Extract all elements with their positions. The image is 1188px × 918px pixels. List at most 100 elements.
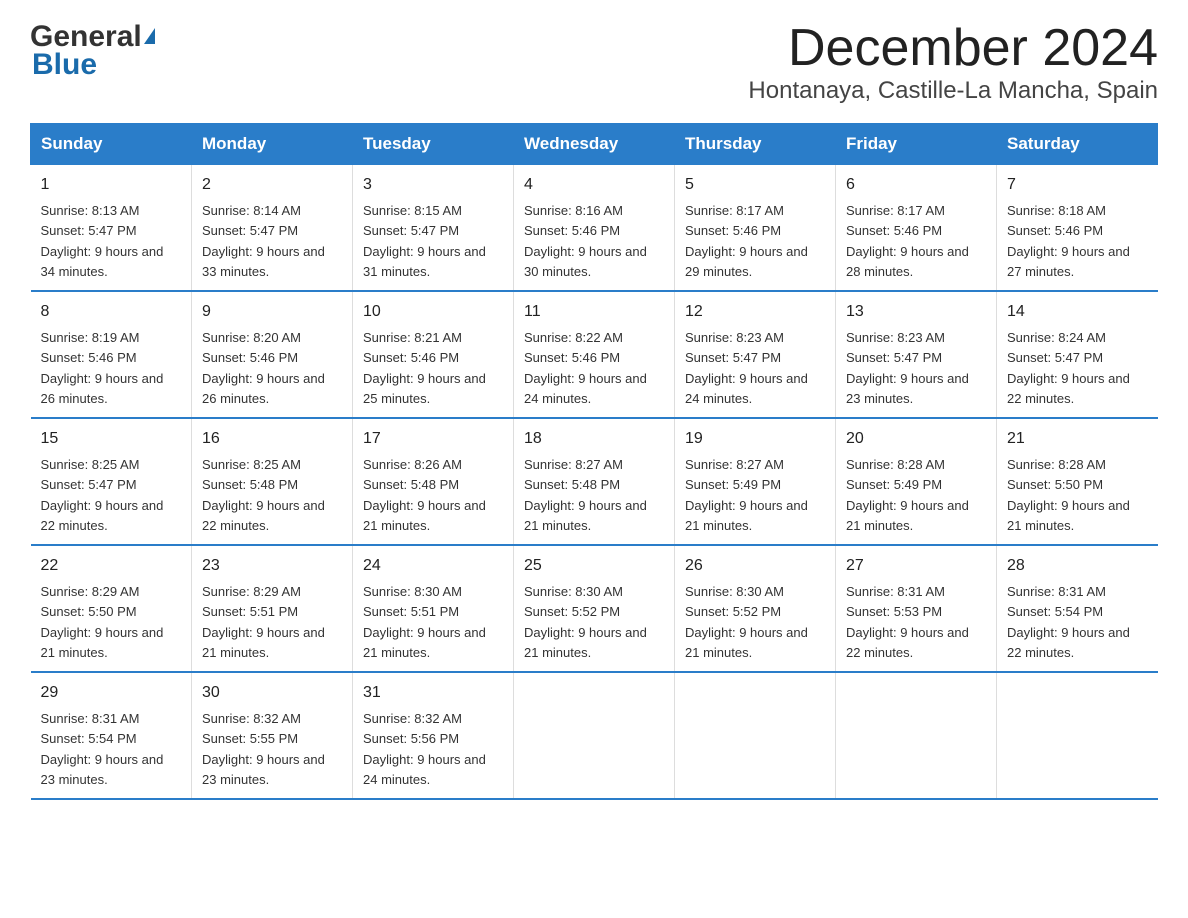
day-info: Sunrise: 8:30 AMSunset: 5:52 PMDaylight:… — [524, 584, 647, 660]
day-info: Sunrise: 8:22 AMSunset: 5:46 PMDaylight:… — [524, 330, 647, 406]
day-number: 8 — [41, 300, 182, 324]
day-number: 19 — [685, 427, 825, 451]
title-block: December 2024 Hontanaya, Castille-La Man… — [748, 20, 1158, 105]
calendar-cell: 21 Sunrise: 8:28 AMSunset: 5:50 PMDayligh… — [997, 418, 1158, 545]
calendar-cell — [836, 672, 997, 799]
day-number: 15 — [41, 427, 182, 451]
calendar-cell: 20Sunrise: 8:28 AMSunset: 5:49 PMDayligh… — [836, 418, 997, 545]
day-info: Sunrise: 8:18 AMSunset: 5:46 PMDaylight:… — [1007, 203, 1130, 279]
day-info: Sunrise: 8:23 AMSunset: 5:47 PMDaylight:… — [846, 330, 969, 406]
logo-triangle-icon — [144, 28, 155, 44]
calendar-cell: 27 Sunrise: 8:31 AMSunset: 5:53 PMDayligh… — [836, 545, 997, 672]
day-number: 27 — [846, 554, 986, 578]
calendar-cell: 14 Sunrise: 8:24 AMSunset: 5:47 PMDayligh… — [997, 291, 1158, 418]
calendar-cell: 11 Sunrise: 8:22 AMSunset: 5:46 PMDayligh… — [514, 291, 675, 418]
header-sunday: Sunday — [31, 124, 192, 165]
day-info: Sunrise: 8:30 AMSunset: 5:51 PMDaylight:… — [363, 584, 486, 660]
calendar-cell: 9 Sunrise: 8:20 AMSunset: 5:46 PMDaylight… — [192, 291, 353, 418]
calendar-cell: 12 Sunrise: 8:23 AMSunset: 5:47 PMDayligh… — [675, 291, 836, 418]
day-number: 2 — [202, 173, 342, 197]
calendar-cell: 26 Sunrise: 8:30 AMSunset: 5:52 PMDayligh… — [675, 545, 836, 672]
calendar-cell: 29 Sunrise: 8:31 AMSunset: 5:54 PMDayligh… — [31, 672, 192, 799]
day-info: Sunrise: 8:28 AMSunset: 5:50 PMDaylight:… — [1007, 457, 1130, 533]
calendar-week-1: 1Sunrise: 8:13 AMSunset: 5:47 PMDaylight… — [31, 165, 1158, 292]
day-number: 3 — [363, 173, 503, 197]
calendar-cell: 4Sunrise: 8:16 AMSunset: 5:46 PMDaylight… — [514, 165, 675, 292]
day-info: Sunrise: 8:29 AMSunset: 5:51 PMDaylight:… — [202, 584, 325, 660]
calendar-week-4: 22 Sunrise: 8:29 AMSunset: 5:50 PMDayligh… — [31, 545, 1158, 672]
day-number: 22 — [41, 554, 182, 578]
day-number: 1 — [41, 173, 182, 197]
day-number: 12 — [685, 300, 825, 324]
day-info: Sunrise: 8:16 AMSunset: 5:46 PMDaylight:… — [524, 203, 647, 279]
day-number: 21 — [1007, 427, 1148, 451]
calendar-cell: 30Sunrise: 8:32 AMSunset: 5:55 PMDayligh… — [192, 672, 353, 799]
calendar-cell: 2Sunrise: 8:14 AMSunset: 5:47 PMDaylight… — [192, 165, 353, 292]
calendar-cell: 3 Sunrise: 8:15 AMSunset: 5:47 PMDaylight… — [353, 165, 514, 292]
day-number: 28 — [1007, 554, 1148, 578]
calendar-cell: 1Sunrise: 8:13 AMSunset: 5:47 PMDaylight… — [31, 165, 192, 292]
calendar-cell: 6 Sunrise: 8:17 AMSunset: 5:46 PMDaylight… — [836, 165, 997, 292]
header-thursday: Thursday — [675, 124, 836, 165]
day-number: 30 — [202, 681, 342, 705]
day-info: Sunrise: 8:31 AMSunset: 5:54 PMDaylight:… — [41, 711, 164, 787]
calendar-body: 1Sunrise: 8:13 AMSunset: 5:47 PMDaylight… — [31, 165, 1158, 800]
page-title: December 2024 — [748, 20, 1158, 77]
day-number: 11 — [524, 300, 664, 324]
day-info: Sunrise: 8:24 AMSunset: 5:47 PMDaylight:… — [1007, 330, 1130, 406]
calendar-week-2: 8 Sunrise: 8:19 AMSunset: 5:46 PMDaylight… — [31, 291, 1158, 418]
day-info: Sunrise: 8:17 AMSunset: 5:46 PMDaylight:… — [846, 203, 969, 279]
day-number: 14 — [1007, 300, 1148, 324]
calendar-cell: 15 Sunrise: 8:25 AMSunset: 5:47 PMDayligh… — [31, 418, 192, 545]
header-monday: Monday — [192, 124, 353, 165]
day-number: 23 — [202, 554, 342, 578]
calendar-table: SundayMondayTuesdayWednesdayThursdayFrid… — [30, 123, 1158, 800]
day-number: 9 — [202, 300, 342, 324]
logo-blue: Blue — [32, 48, 97, 82]
calendar-cell: 19 Sunrise: 8:27 AMSunset: 5:49 PMDayligh… — [675, 418, 836, 545]
calendar-cell — [997, 672, 1158, 799]
logo: General Blue — [30, 20, 155, 82]
day-info: Sunrise: 8:30 AMSunset: 5:52 PMDaylight:… — [685, 584, 808, 660]
calendar-cell: 28Sunrise: 8:31 AMSunset: 5:54 PMDayligh… — [997, 545, 1158, 672]
day-number: 7 — [1007, 173, 1148, 197]
header-wednesday: Wednesday — [514, 124, 675, 165]
day-number: 26 — [685, 554, 825, 578]
calendar-cell: 18Sunrise: 8:27 AMSunset: 5:48 PMDayligh… — [514, 418, 675, 545]
day-number: 17 — [363, 427, 503, 451]
day-info: Sunrise: 8:15 AMSunset: 5:47 PMDaylight:… — [363, 203, 486, 279]
calendar-cell: 16 Sunrise: 8:25 AMSunset: 5:48 PMDayligh… — [192, 418, 353, 545]
calendar-cell — [675, 672, 836, 799]
calendar-cell: 17Sunrise: 8:26 AMSunset: 5:48 PMDayligh… — [353, 418, 514, 545]
calendar-cell: 7 Sunrise: 8:18 AMSunset: 5:46 PMDaylight… — [997, 165, 1158, 292]
day-info: Sunrise: 8:25 AMSunset: 5:47 PMDaylight:… — [41, 457, 164, 533]
day-number: 10 — [363, 300, 503, 324]
day-info: Sunrise: 8:19 AMSunset: 5:46 PMDaylight:… — [41, 330, 164, 406]
day-number: 6 — [846, 173, 986, 197]
day-info: Sunrise: 8:25 AMSunset: 5:48 PMDaylight:… — [202, 457, 325, 533]
calendar-cell: 10 Sunrise: 8:21 AMSunset: 5:46 PMDayligh… — [353, 291, 514, 418]
day-number: 16 — [202, 427, 342, 451]
day-number: 24 — [363, 554, 503, 578]
day-info: Sunrise: 8:27 AMSunset: 5:48 PMDaylight:… — [524, 457, 647, 533]
header-saturday: Saturday — [997, 124, 1158, 165]
day-info: Sunrise: 8:31 AMSunset: 5:53 PMDaylight:… — [846, 584, 969, 660]
day-info: Sunrise: 8:23 AMSunset: 5:47 PMDaylight:… — [685, 330, 808, 406]
day-number: 5 — [685, 173, 825, 197]
calendar-cell: 8 Sunrise: 8:19 AMSunset: 5:46 PMDaylight… — [31, 291, 192, 418]
calendar-cell — [514, 672, 675, 799]
calendar-cell: 24 Sunrise: 8:30 AMSunset: 5:51 PMDayligh… — [353, 545, 514, 672]
calendar-cell: 13Sunrise: 8:23 AMSunset: 5:47 PMDayligh… — [836, 291, 997, 418]
calendar-cell: 25Sunrise: 8:30 AMSunset: 5:52 PMDayligh… — [514, 545, 675, 672]
calendar-cell: 5Sunrise: 8:17 AMSunset: 5:46 PMDaylight… — [675, 165, 836, 292]
day-info: Sunrise: 8:20 AMSunset: 5:46 PMDaylight:… — [202, 330, 325, 406]
day-info: Sunrise: 8:21 AMSunset: 5:46 PMDaylight:… — [363, 330, 486, 406]
header-friday: Friday — [836, 124, 997, 165]
day-number: 31 — [363, 681, 503, 705]
day-info: Sunrise: 8:27 AMSunset: 5:49 PMDaylight:… — [685, 457, 808, 533]
calendar-week-3: 15 Sunrise: 8:25 AMSunset: 5:47 PMDayligh… — [31, 418, 1158, 545]
day-number: 20 — [846, 427, 986, 451]
day-info: Sunrise: 8:32 AMSunset: 5:56 PMDaylight:… — [363, 711, 486, 787]
day-number: 29 — [41, 681, 182, 705]
day-info: Sunrise: 8:29 AMSunset: 5:50 PMDaylight:… — [41, 584, 164, 660]
